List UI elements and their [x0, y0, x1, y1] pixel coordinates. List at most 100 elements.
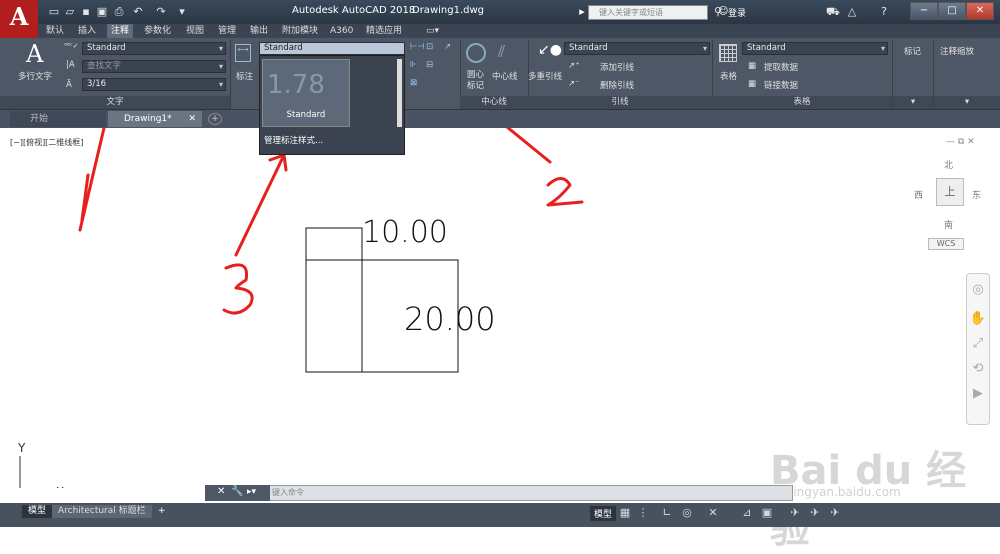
dim-baseline-icon[interactable]: ⊩ [410, 60, 417, 70]
dim-style-preview-standard[interactable]: 1.78 Standard [262, 59, 350, 127]
camera-icon[interactable]: ▭▾ [422, 24, 443, 38]
annotation-scaling-button[interactable]: 注释缩放 [940, 45, 974, 57]
grid-icon[interactable]: ▦ [618, 506, 632, 520]
file-title: Drawing1.dwg [412, 5, 484, 16]
showmotion-icon[interactable]: ▶ [967, 386, 989, 401]
tab-start[interactable]: 开始 [10, 111, 106, 127]
multileader-button[interactable]: 多重引线 [528, 70, 562, 82]
pan-icon[interactable]: ✋ [967, 311, 989, 326]
annotation-scale-icon[interactable]: ✈ [828, 506, 842, 520]
annotation-visibility-icon[interactable]: ✈ [788, 506, 802, 520]
manage-dim-styles-item[interactable]: 管理标注样式... [264, 134, 323, 146]
lineweight-icon[interactable]: ⊿ [740, 506, 754, 520]
close-button[interactable]: ✕ [966, 2, 994, 20]
close-tab-icon[interactable]: ✕ [188, 111, 196, 127]
text-height-dropdown[interactable]: 3/16 [82, 78, 226, 91]
table-style-dropdown[interactable]: Standard [742, 42, 888, 55]
command-input[interactable]: 键入命令 [272, 487, 304, 498]
new-file-icon[interactable]: ▭ [48, 6, 60, 18]
table-button[interactable]: 表格 [720, 70, 737, 82]
layout-tab-model[interactable]: 模型 [22, 505, 53, 518]
text-scale-icon[interactable]: Ā [66, 80, 72, 90]
redo-icon[interactable]: ↷ [155, 6, 167, 18]
viewcube-top[interactable]: 上 [936, 178, 964, 206]
dim-angular-icon[interactable]: ↗ [444, 42, 451, 52]
mtext-button[interactable]: 多行文字 [18, 70, 52, 82]
layout-tab-architectural[interactable]: Architectural 标题栏 [52, 505, 152, 518]
add-layout-icon[interactable]: + [152, 505, 172, 518]
undo-icon[interactable]: ↶ [132, 6, 144, 18]
dimension-button[interactable]: 标注 [236, 70, 253, 82]
markup-panel-button[interactable]: 标记 [904, 45, 921, 57]
user-icon[interactable]: ☺ [718, 6, 728, 17]
customize-icon[interactable]: 🔧 [231, 486, 243, 497]
osnap-icon[interactable]: ✕ [706, 506, 720, 520]
save-as-icon[interactable]: ▣ [96, 6, 108, 18]
polar-icon[interactable]: ◎ [680, 506, 694, 520]
add-leader-icon: ↗⁺ [568, 61, 580, 71]
tab-featured[interactable]: 精选应用 [362, 24, 406, 38]
new-tab-icon[interactable]: + [208, 113, 222, 125]
quick-access-dropdown-icon[interactable]: ▾ [176, 6, 188, 18]
tab-default[interactable]: 默认 [42, 24, 68, 38]
selection-cycling-icon[interactable]: ▣ [760, 506, 774, 520]
tab-view[interactable]: 视图 [182, 24, 208, 38]
dimension-icon: ⟷ [235, 44, 251, 62]
orbit-icon[interactable]: ⟲ [967, 361, 989, 376]
spell-check-icon[interactable]: ᴬᴮᶜ✓ [64, 42, 79, 50]
link-data-button[interactable]: 链接数据 [764, 79, 798, 91]
tab-output[interactable]: 输出 [246, 24, 272, 38]
close-command-icon[interactable]: ✕ [217, 486, 225, 497]
popup-scrollbar[interactable] [397, 59, 402, 127]
tab-annotate[interactable]: 注释 [107, 24, 134, 38]
application-menu-button[interactable]: A [0, 0, 38, 38]
text-edit-icon[interactable]: |A [66, 60, 75, 70]
center-line-button[interactable]: 中心线 [492, 70, 518, 82]
save-icon[interactable]: ▪ [80, 6, 92, 18]
search-input[interactable]: 键入关键字或短语 [588, 5, 708, 20]
login-button[interactable]: 登录 [728, 6, 746, 19]
auto-scale-icon[interactable]: ✈ [808, 506, 822, 520]
drawing-canvas[interactable]: 10.00 20.00 Y X [0, 128, 965, 488]
remove-leader-button[interactable]: 删除引线 [600, 79, 634, 91]
tab-parametric[interactable]: 参数化 [140, 24, 175, 38]
compass-north[interactable]: 北 [944, 158, 953, 171]
tab-addins[interactable]: 附加模块 [278, 24, 322, 38]
tab-drawing1[interactable]: Drawing1* ✕ [108, 111, 202, 127]
wcs-menu[interactable]: WCS [928, 238, 964, 250]
open-file-icon[interactable]: ▱ [64, 6, 76, 18]
table-style-value: Standard [747, 43, 786, 53]
steering-wheel-icon[interactable]: ◎ [967, 282, 989, 297]
model-space-button[interactable]: 模型 [590, 506, 617, 521]
help-icon[interactable]: ? [878, 6, 890, 18]
dim-aligned-icon[interactable]: ⊡ [426, 42, 433, 52]
find-text-input[interactable]: 查找文字 [82, 60, 226, 73]
snap-icon[interactable]: ⋮ [636, 506, 650, 520]
annotation-scaling-expand[interactable]: ▾ [934, 96, 1000, 109]
compass-east[interactable]: 东 [972, 188, 981, 201]
add-leader-button[interactable]: 添加引线 [600, 61, 634, 73]
minimize-button[interactable]: − [910, 2, 938, 20]
tab-insert[interactable]: 插入 [74, 24, 100, 38]
center-mark-button[interactable]: 圆心标记 [467, 70, 489, 92]
text-style-dropdown[interactable]: Standard [82, 42, 226, 55]
zoom-extents-icon[interactable]: ⤢ [967, 336, 989, 351]
ortho-icon[interactable]: ∟ [660, 506, 674, 520]
tab-a360[interactable]: A360 [326, 24, 357, 38]
panel-label-leader: 引线 [528, 96, 712, 109]
compass-south[interactable]: 南 [944, 218, 953, 231]
compass-west[interactable]: 西 [914, 188, 923, 201]
triangle-icon[interactable]: △ [846, 6, 858, 18]
recent-commands-icon[interactable]: ▸▾ [247, 487, 256, 497]
tab-manage[interactable]: 管理 [214, 24, 240, 38]
dim-continue-icon[interactable]: ⊟ [426, 60, 433, 70]
cart-icon[interactable]: ⛟ [826, 6, 840, 18]
markup-panel-expand[interactable]: ▾ [893, 96, 933, 109]
print-icon[interactable]: ⎙ [113, 6, 125, 18]
extract-data-button[interactable]: 提取数据 [764, 61, 798, 73]
leader-style-dropdown[interactable]: Standard [564, 42, 710, 55]
dim-style-dropdown[interactable]: Standard [259, 42, 405, 55]
dim-break-icon[interactable]: ⊠ [410, 78, 417, 88]
dim-linear-icon[interactable]: ⊢⊣ [410, 42, 425, 52]
maximize-button[interactable]: □ [938, 2, 966, 20]
